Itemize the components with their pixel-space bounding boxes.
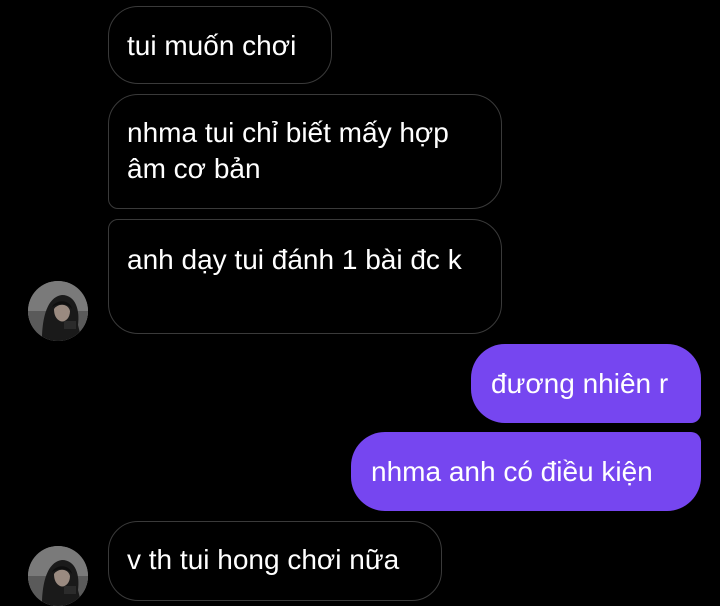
message-bubble-received[interactable]: anh dạy tui đánh 1 bài đc k bbox=[108, 219, 502, 334]
message-bubble-sent[interactable]: đương nhiên r bbox=[471, 344, 701, 423]
message-text: anh dạy tui đánh 1 bài đc k bbox=[127, 244, 462, 275]
hooded-figure-icon bbox=[28, 546, 88, 606]
message-bubble-sent[interactable]: nhma anh có điều kiện bbox=[351, 432, 701, 511]
message-text: tui muốn chơi bbox=[127, 30, 297, 61]
message-text: đương nhiên r bbox=[491, 368, 669, 399]
message-bubble-received[interactable]: v th tui hong chơi nữa bbox=[108, 521, 442, 601]
message-bubble-received[interactable]: nhma tui chỉ biết mấy hợp âm cơ bản bbox=[108, 94, 502, 209]
message-text: nhma anh có điều kiện bbox=[371, 456, 653, 487]
message-text: nhma tui chỉ biết mấy hợp âm cơ bản bbox=[127, 117, 449, 184]
contact-avatar[interactable] bbox=[28, 546, 88, 606]
message-text: v th tui hong chơi nữa bbox=[127, 544, 400, 575]
contact-avatar[interactable] bbox=[28, 281, 88, 341]
hooded-figure-icon bbox=[28, 281, 88, 341]
message-bubble-received[interactable]: tui muốn chơi bbox=[108, 6, 332, 84]
